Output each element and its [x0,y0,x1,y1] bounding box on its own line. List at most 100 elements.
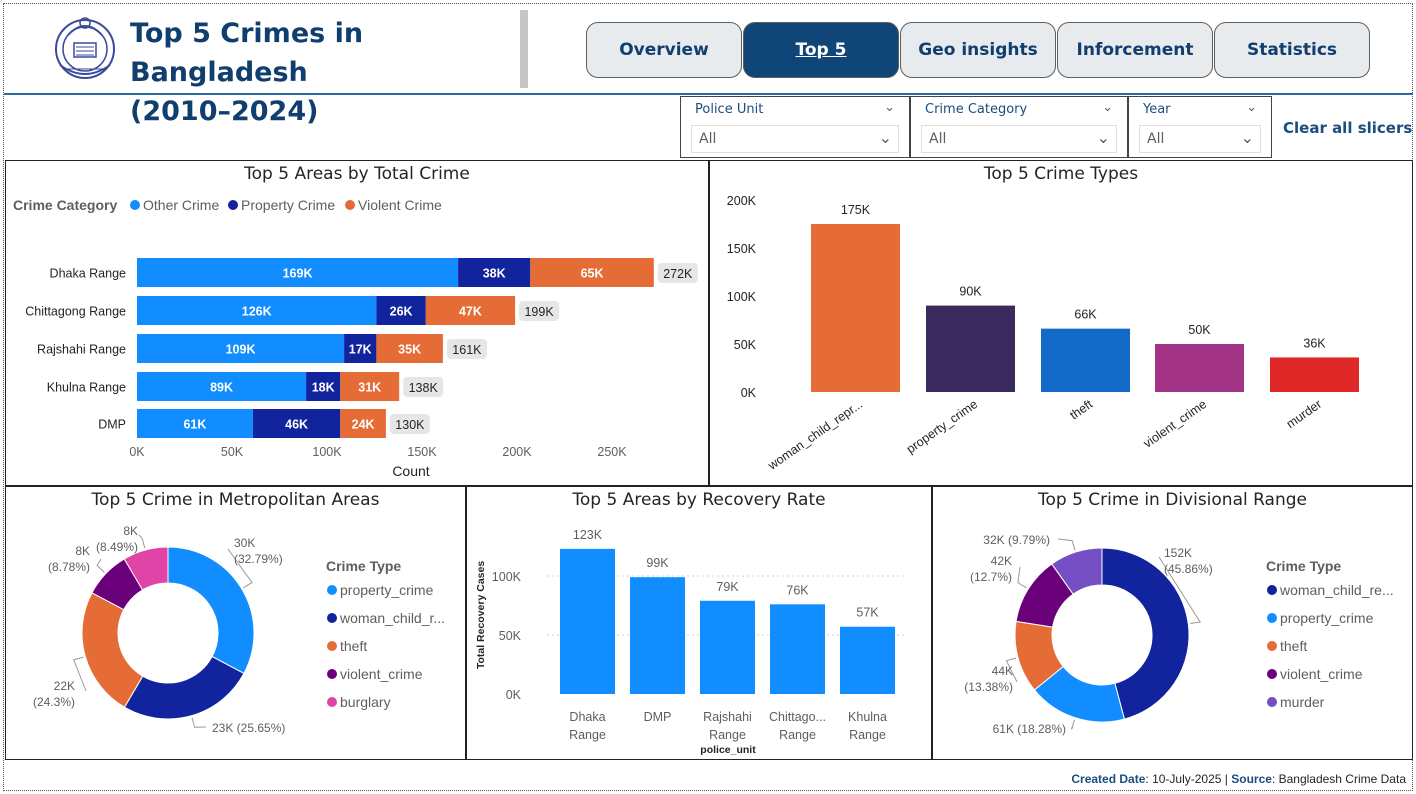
x-tick-label: property_crime [904,397,980,456]
bar [926,305,1015,392]
legend-item: burglary [340,694,391,710]
legend-marker [1267,641,1277,651]
bar [630,577,685,694]
panel-recovery-rate: Top 5 Areas by Recovery Rate 0K 50K 100K To… [466,486,932,760]
slicer-year[interactable]: Year ⌄ All ⌄ [1128,96,1272,158]
chevron-down-icon[interactable]: ⌄ [1102,100,1113,115]
slice-label: (12.7%) [970,570,1012,584]
y-tick-label: 100K [492,570,522,584]
category-label: DMP [98,418,126,432]
data-label: 175K [841,203,871,217]
x-tick-label: Chittago... [769,710,826,724]
legend-title: Crime Type [1266,558,1341,574]
slicer-dropdown[interactable]: All ⌄ [1139,125,1261,153]
data-label: 46K [285,418,308,432]
data-label: 26K [390,305,413,319]
data-label: 79K [716,580,739,594]
legend-marker [1267,697,1277,707]
y-tick-label: 200K [727,194,757,208]
data-label: 17K [349,343,372,357]
category-label: Dhaka Range [50,267,126,281]
tab-geo-insights[interactable]: Geo insights [900,22,1056,78]
legend-item: Other Crime [143,197,219,213]
leader-line [1017,566,1027,589]
title-divider [520,10,528,88]
bar [770,604,825,694]
created-date-label: Created Date [1071,772,1146,786]
legend-item: Property Crime [241,197,335,213]
bar [1155,344,1244,392]
slice-label: (8.49%) [96,540,138,554]
category-label: Rajshahi Range [37,343,126,357]
data-label: 61K [183,418,206,432]
tab-overview[interactable]: Overview [586,22,742,78]
chevron-down-icon[interactable]: ⌄ [884,100,895,115]
slice-label: 42K [991,554,1012,568]
slice-label: 23K (25.65%) [212,721,285,735]
data-label: 47K [459,305,482,319]
x-tick-label: DMP [644,710,672,724]
slice-label: (45.86%) [1164,562,1213,576]
y-tick-label: 150K [727,242,757,256]
legend-marker [327,641,337,651]
footer: Created Date: 10-July-2025 | Source: Ban… [1071,772,1406,786]
legend-item: murder [1280,694,1325,710]
slice-label: 8K [75,544,90,558]
page-title-line1: Top 5 Crimes in Bangladesh [130,18,364,88]
legend-item: theft [1280,638,1307,654]
category-label: Khulna Range [47,381,126,395]
data-label: 126K [242,305,272,319]
data-label: 35K [398,343,421,357]
y-tick-label: 50K [499,629,522,643]
x-tick-label: Range [569,728,606,742]
slice-label: (24.3%) [33,695,75,709]
data-label: 24K [352,418,375,432]
x-tick-label: 150K [407,445,437,459]
tab-inforcement[interactable]: Inforcement [1057,22,1213,78]
leader-line [1057,538,1076,551]
legend-marker [1267,585,1277,595]
slice-label: 44K [992,664,1013,678]
slice-label: (8.78%) [48,560,90,574]
data-label: 31K [358,381,381,395]
slicer-police-unit[interactable]: Police Unit ⌄ All ⌄ [680,96,910,158]
y-tick-label: 50K [734,338,757,352]
bar [811,224,900,392]
y-tick-label: 100K [727,290,757,304]
total-label: 199K [524,305,554,319]
total-label: 130K [395,418,425,432]
slice-label: (13.38%) [964,680,1013,694]
y-tick-label: 0K [506,688,522,702]
chevron-down-icon[interactable]: ⌄ [1097,128,1110,147]
slicer-crime-category[interactable]: Crime Category ⌄ All ⌄ [910,96,1128,158]
slicer-label: Year [1143,102,1171,117]
x-tick-label: violent_crime [1141,397,1209,451]
legend-marker [1267,669,1277,679]
bar [1041,328,1130,392]
chevron-down-icon[interactable]: ⌄ [879,128,892,147]
legend-marker [345,200,355,210]
panel-metro-donut: Top 5 Crime in Metropolitan Areas 30K (32… [5,486,466,760]
x-tick-label: 0K [129,445,145,459]
x-tick-label: Rajshahi [703,710,752,724]
tab-statistics[interactable]: Statistics [1214,22,1370,78]
x-axis-title: Count [392,463,429,479]
divisional-donut-chart: 152K (45.86%) 61K (18.28%) 44K (13.38%) 42K (1… [964,533,1393,736]
clear-slicers-button[interactable]: Clear all slicers [1283,119,1412,137]
legend-marker [327,669,337,679]
slicer-label: Crime Category [925,102,1028,117]
chevron-down-icon[interactable]: ⌄ [1246,100,1257,115]
police-emblem-logo [55,17,115,79]
y-tick-label: 0K [741,386,757,400]
header-divider [4,93,1413,95]
leader-line [73,656,87,692]
legend-item: property_crime [1280,610,1374,626]
slicer-dropdown[interactable]: All ⌄ [691,125,899,153]
chevron-down-icon[interactable]: ⌄ [1241,128,1254,147]
x-tick-label: Khulna [848,710,887,724]
slicer-value: All [1147,131,1165,147]
bar [1270,357,1359,392]
tab-top-5[interactable]: Top 5 [743,22,899,78]
slicer-dropdown[interactable]: All ⌄ [921,125,1117,153]
panel-top5-areas: Top 5 Areas by Total Crime Crime Categor… [5,160,709,486]
